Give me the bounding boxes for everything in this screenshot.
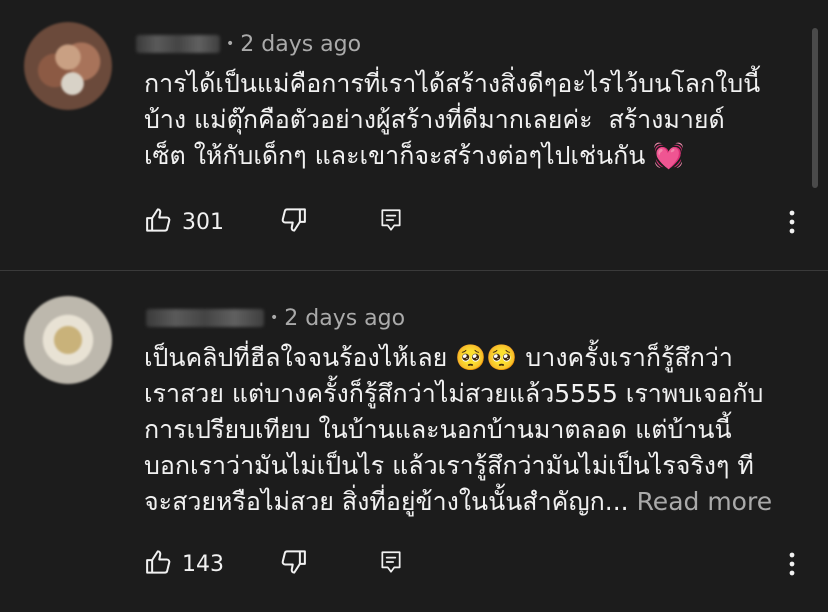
separator-dot: • (270, 310, 279, 326)
comment-meta: • 2 days ago (146, 303, 405, 333)
thumbs-up-icon[interactable] (144, 547, 174, 581)
avatar[interactable] (24, 296, 112, 384)
more-vertical-icon[interactable] (782, 202, 802, 242)
divider (0, 270, 828, 271)
thumbs-down-icon[interactable] (278, 205, 308, 239)
comment-line: การเปรียบเทียบ ในบ้านและนอกบ้านมาตลอด แต… (144, 415, 732, 444)
comment-meta: • 2 days ago (136, 29, 361, 59)
avatar[interactable] (24, 22, 112, 110)
author-name-blurred[interactable] (136, 35, 220, 53)
comment-line: เราสวย แต่บางครั้งก็รู้สึกว่าไม่สวยแล้ว5… (144, 379, 764, 408)
comment-line: การได้เป็นแม่คือการที่เราได้สร้างสิ่งดีๆ… (144, 69, 761, 98)
comment-line: บอกเราว่ามันไม่เป็นไร แล้วเรารู้สึกว่ามั… (144, 451, 754, 480)
reply-comment-icon[interactable] (378, 205, 404, 239)
read-more-link[interactable]: Read more (637, 487, 773, 516)
scrollbar[interactable] (812, 28, 818, 188)
separator-dot: • (226, 36, 235, 52)
comment-line: เป็นคลิปที่ฮีลใจจนร้องไห้เลย 🥺🥺 บางครั้ง… (144, 343, 733, 372)
more-vertical-icon[interactable] (782, 544, 802, 584)
thumbs-down-icon[interactable] (278, 547, 308, 581)
timestamp[interactable]: 2 days ago (284, 306, 405, 331)
comment-text: เป็นคลิปที่ฮีลใจจนร้องไห้เลย 🥺🥺 บางครั้ง… (144, 340, 804, 520)
comment-line: จะสวยหรือไม่สวย สิ่งที่อยู่ข้างในนั้นสำค… (144, 487, 629, 516)
author-name-blurred[interactable] (146, 309, 264, 327)
comment-actions: 301 (144, 202, 404, 242)
comment-line: บ้าง แม่ตุ๊กคือตัวอย่างผู้สร้างที่ดีมากเ… (144, 105, 725, 134)
comment-text: การได้เป็นแม่คือการที่เราได้สร้างสิ่งดีๆ… (144, 66, 804, 174)
comment-line: เซ็ต ให้กับเด็กๆ และเขาก็จะสร้างต่อๆไปเช… (144, 141, 685, 170)
like-count: 143 (182, 551, 224, 577)
like-count: 301 (182, 209, 224, 235)
timestamp[interactable]: 2 days ago (240, 32, 361, 57)
thumbs-up-icon[interactable] (144, 205, 174, 239)
reply-comment-icon[interactable] (378, 547, 404, 581)
comment-actions: 143 (144, 544, 404, 584)
